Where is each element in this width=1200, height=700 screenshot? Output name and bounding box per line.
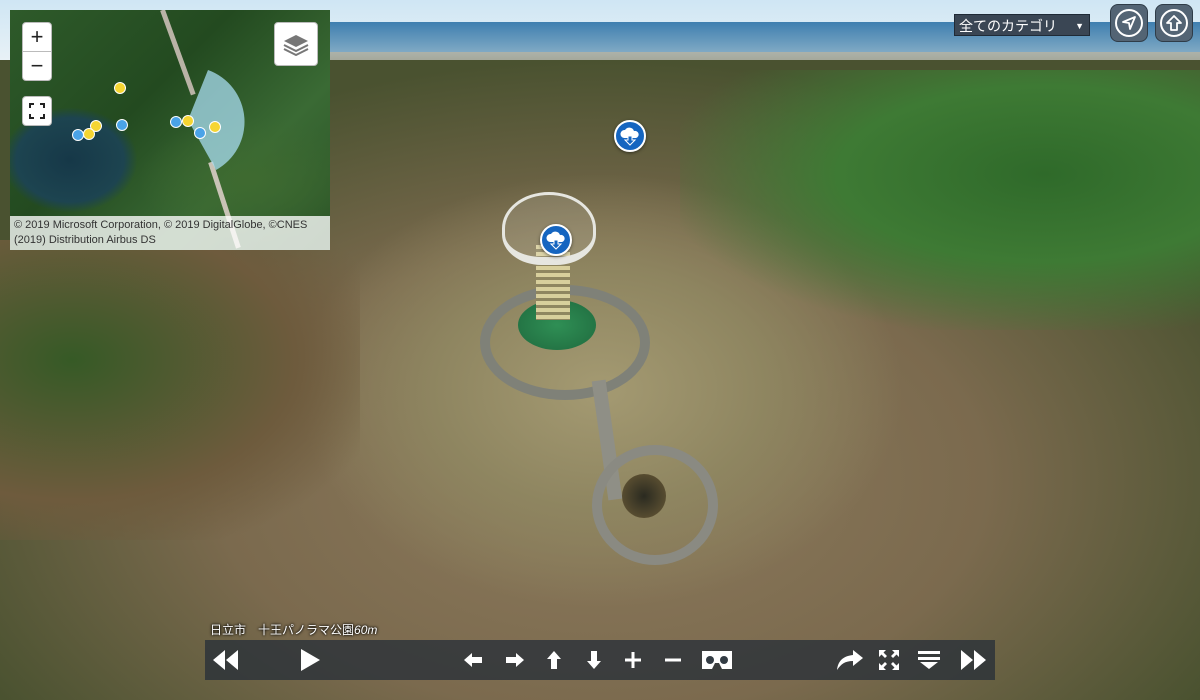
map-attribution: © 2019 Microsoft Corporation, © 2019 Dig…	[10, 216, 330, 250]
plus-icon	[625, 652, 641, 668]
map-pin[interactable]	[114, 82, 126, 94]
layers-icon	[283, 35, 309, 57]
share-button[interactable]	[833, 640, 867, 680]
minus-icon	[665, 658, 681, 662]
map-pin[interactable]	[209, 121, 221, 133]
vr-mode-button[interactable]	[699, 640, 735, 680]
map-pin[interactable]	[194, 127, 206, 139]
scene-location: 日立市 十王パノラマ公園	[210, 623, 355, 637]
map-pin[interactable]	[83, 128, 95, 140]
zoom-in-button[interactable]	[616, 640, 650, 680]
arrow-left-icon	[464, 653, 482, 667]
navigation-arrow-icon	[1122, 16, 1136, 30]
menu-toggle-button[interactable]	[912, 640, 946, 680]
play-icon	[301, 649, 320, 671]
fullscreen-icon	[879, 650, 899, 670]
viewer-toolbar	[205, 640, 995, 680]
map-pin[interactable]	[182, 115, 194, 127]
rewind-icon	[213, 650, 238, 670]
home-button[interactable]	[1155, 4, 1193, 42]
pan-right-button[interactable]	[498, 640, 532, 680]
map-pin[interactable]	[116, 119, 128, 131]
navigate-button[interactable]	[1110, 4, 1148, 42]
home-arrow-icon	[1166, 15, 1182, 31]
category-dropdown[interactable]: 全てのカテゴリ ▼	[954, 14, 1090, 36]
arrow-right-icon	[506, 653, 524, 667]
map-fullscreen-button[interactable]	[22, 96, 52, 126]
arrow-down-icon	[587, 651, 601, 669]
fullscreen-button[interactable]	[872, 640, 906, 680]
map-pin[interactable]	[72, 129, 84, 141]
zoom-out-button[interactable]	[656, 640, 690, 680]
category-dropdown-label: 全てのカテゴリ	[959, 18, 1057, 34]
chevron-down-icon: ▼	[1075, 21, 1084, 31]
previous-scene-button[interactable]	[208, 640, 242, 680]
cloud-download-icon	[620, 127, 639, 146]
pan-up-button[interactable]	[537, 640, 571, 680]
mini-map[interactable]: + − © 2019 Microsoft Corporation, © 2019…	[10, 10, 330, 250]
map-zoom-out-button[interactable]: −	[22, 51, 52, 81]
arrow-up-icon	[547, 651, 561, 669]
fullscreen-icon	[29, 103, 45, 119]
plaza-emblem	[622, 474, 666, 518]
hotspot-marker[interactable]	[540, 224, 572, 256]
hotspot-marker[interactable]	[614, 120, 646, 152]
pan-left-button[interactable]	[456, 640, 490, 680]
forest-left	[0, 240, 360, 540]
vr-goggles-icon	[702, 651, 732, 669]
forest-right	[680, 70, 1200, 330]
fast-forward-icon	[961, 650, 986, 670]
cloud-download-icon	[546, 231, 565, 250]
map-zoom-in-button[interactable]: +	[22, 22, 52, 52]
collapse-menu-icon	[918, 651, 940, 669]
play-button[interactable]	[293, 640, 327, 680]
next-scene-button[interactable]	[957, 640, 991, 680]
share-arrow-icon	[837, 650, 863, 670]
scene-altitude: 60m	[354, 623, 378, 637]
map-pin-current[interactable]	[170, 116, 182, 128]
pan-down-button[interactable]	[577, 640, 611, 680]
scene-caption: 日立市 十王パノラマ公園60m	[210, 621, 377, 638]
map-layers-button[interactable]	[274, 22, 318, 66]
